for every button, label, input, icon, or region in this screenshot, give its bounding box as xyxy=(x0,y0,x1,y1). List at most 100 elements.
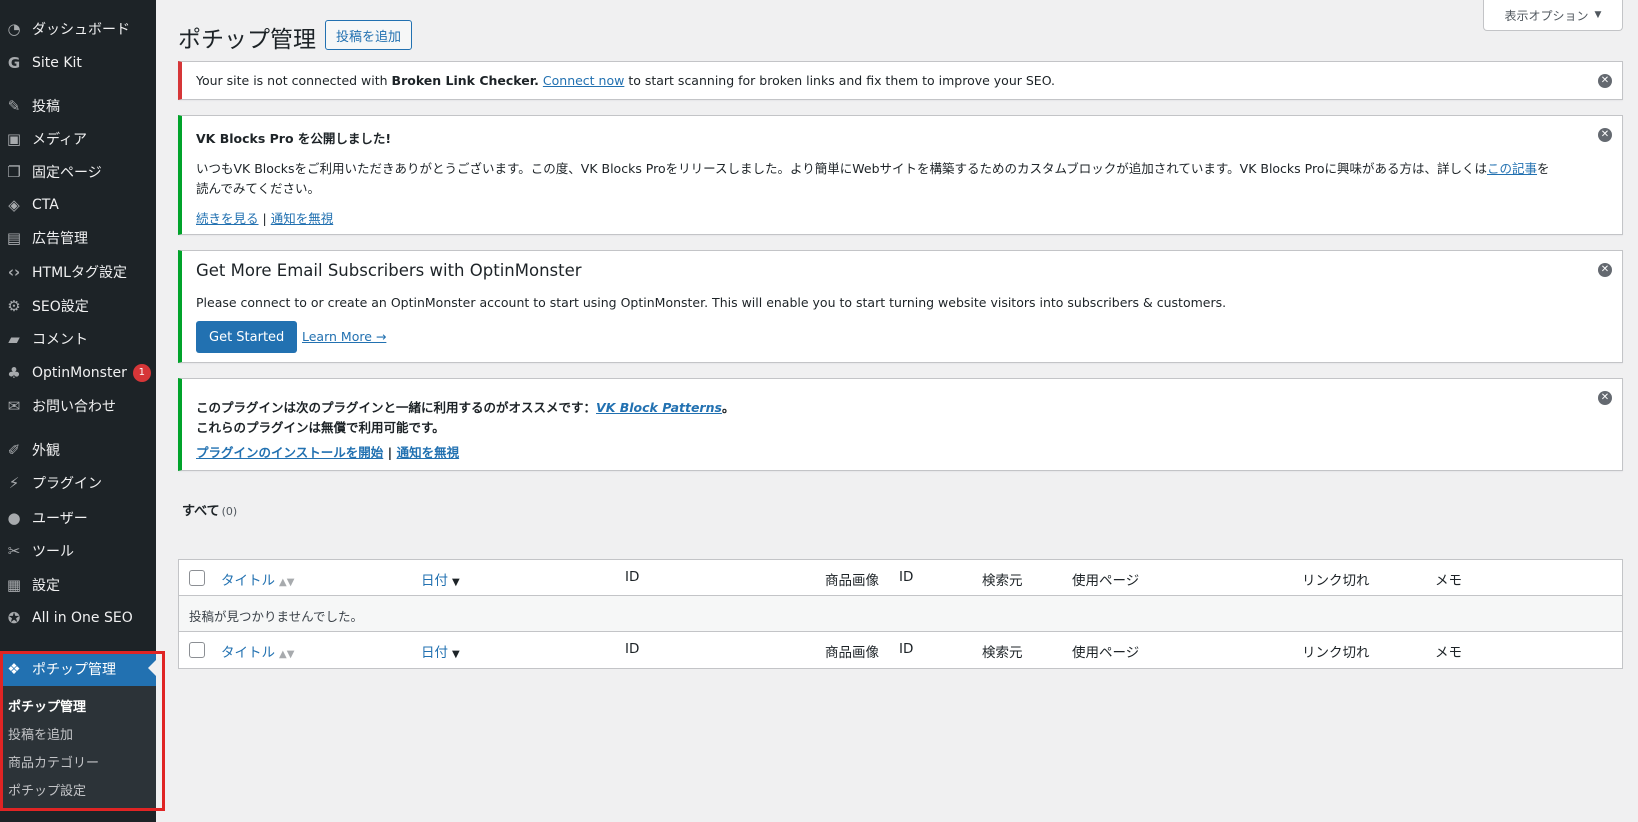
wrench-icon: ✂ xyxy=(7,542,21,560)
menu-item-posts[interactable]: ✎ 投稿 xyxy=(0,90,156,122)
sort-icon: ▲▼ xyxy=(279,649,295,660)
connect-now-link[interactable]: Connect now xyxy=(543,73,624,88)
link-separator: | xyxy=(262,211,267,226)
column-broken-links: リンク切れ xyxy=(1302,573,1370,589)
menu-label: OptinMonster xyxy=(32,365,127,381)
menu-label: ユーザー xyxy=(32,511,88,527)
column-broken-links: リンク切れ xyxy=(1302,645,1370,661)
menu-item-site-kit[interactable]: G Site Kit xyxy=(0,47,156,79)
install-plugins-link[interactable]: プラグインのインストールを開始 xyxy=(196,445,383,460)
column-search-source: 検索元 xyxy=(982,645,1023,661)
menu-item-plugins[interactable]: ⚡ プラグイン xyxy=(0,467,156,499)
settings-icon: ▦ xyxy=(6,576,22,594)
sort-icon: ▼ xyxy=(452,577,460,588)
dismiss-icon[interactable]: ✕ xyxy=(1598,74,1612,88)
column-title-label: タイトル xyxy=(221,645,275,661)
column-id: ID xyxy=(625,569,640,585)
menu-item-pochipp[interactable]: ❖ ポチップ管理 xyxy=(0,652,156,686)
dismiss-icon[interactable]: ✕ xyxy=(1598,128,1612,142)
column-date[interactable]: 日付 ▼ xyxy=(421,569,460,589)
menu-label: お問い合わせ xyxy=(32,399,116,415)
submenu-item-add-new[interactable]: 投稿を追加 xyxy=(8,724,73,743)
column-date-label: 日付 xyxy=(421,645,448,661)
column-date-label: 日付 xyxy=(421,573,448,589)
media-icon: ▣ xyxy=(6,130,22,148)
column-memo: メモ xyxy=(1435,645,1462,661)
menu-item-appearance[interactable]: ✐ 外観 xyxy=(0,434,156,466)
table-row: 投稿が見つかりませんでした。 xyxy=(179,596,1622,632)
admin-sidebar: ◔ ダッシュボード G Site Kit ✎ 投稿 ▣ メディア ❐ 固定ページ… xyxy=(0,0,156,822)
notice-title: VK Blocks Pro を公開しました! xyxy=(196,131,392,146)
screen-options-button[interactable]: 表示オプション ▼ xyxy=(1483,0,1623,31)
brush-icon: ✐ xyxy=(7,441,21,459)
notice-text: このプラグインは次のプラグインと一緒に利用するのがオススメです： xyxy=(196,400,597,415)
menu-item-aioseo[interactable]: ✪ All in One SEO xyxy=(0,602,156,634)
column-product-image: 商品画像 xyxy=(825,645,879,661)
notice-body-text: いつもVK Blocksをご利用いただきありがとうございます。この度、VK Bl… xyxy=(196,161,1487,176)
column-date[interactable]: 日付 ▼ xyxy=(421,641,460,661)
menu-item-cta[interactable]: ◈ CTA xyxy=(0,189,156,221)
add-new-post-button[interactable]: 投稿を追加 xyxy=(325,20,413,50)
menu-item-pages[interactable]: ❐ 固定ページ xyxy=(0,156,156,188)
menu-item-settings[interactable]: ▦ 設定 xyxy=(0,569,156,601)
column-product-image: 商品画像 xyxy=(825,573,879,589)
menu-item-optinmonster[interactable]: ♣ OptinMonster 1 xyxy=(0,357,156,389)
column-title[interactable]: タイトル ▲▼ xyxy=(221,641,294,661)
no-items-message: 投稿が見つかりませんでした。 xyxy=(189,609,364,624)
menu-item-dashboard[interactable]: ◔ ダッシュボード xyxy=(0,13,156,45)
menu-item-html-tags[interactable]: ‹› HTMLタグ設定 xyxy=(0,256,156,288)
select-all-checkbox[interactable] xyxy=(189,570,205,586)
vk-block-patterns-link[interactable]: VK Block Patterns xyxy=(596,400,722,415)
menu-item-contact[interactable]: ✉ お問い合わせ xyxy=(0,390,156,422)
notice-links: 続きを見る | 通知を無視 xyxy=(196,208,333,227)
this-article-link[interactable]: この記事 xyxy=(1487,161,1537,176)
menu-item-tools[interactable]: ✂ ツール xyxy=(0,535,156,567)
menu-item-ads[interactable]: ▤ 広告管理 xyxy=(0,222,156,254)
dismiss-icon[interactable]: ✕ xyxy=(1598,263,1612,277)
menu-item-media[interactable]: ▣ メディア xyxy=(0,123,156,155)
notice-body: いつもVK Blocksをご利用いただきありがとうございます。この度、VK Bl… xyxy=(196,158,1550,177)
dismiss-icon[interactable]: ✕ xyxy=(1598,391,1612,405)
tag-icon: ◈ xyxy=(8,196,20,214)
column-used-pages: 使用ページ xyxy=(1072,645,1140,661)
column-id-2: ID xyxy=(899,569,914,585)
page-icon: ❐ xyxy=(7,163,21,181)
pochipp-submenu: ポチップ管理 投稿を追加 商品カテゴリー ポチップ設定 xyxy=(0,686,156,810)
read-more-link[interactable]: 続きを見る xyxy=(196,211,259,226)
notice-body-text: を xyxy=(1537,161,1550,176)
view-all-link[interactable]: すべて xyxy=(182,504,220,519)
notice-vk-blocks-pro: VK Blocks Pro を公開しました! いつもVK Blocksをご利用い… xyxy=(178,115,1623,235)
menu-label: 広告管理 xyxy=(32,231,88,247)
get-started-button[interactable]: Get Started xyxy=(196,321,298,353)
notice-optinmonster: Get More Email Subscribers with OptinMon… xyxy=(178,250,1623,363)
notice-broken-link-checker: Your site is not connected with Broken L… xyxy=(178,61,1623,100)
notice-text: 。 xyxy=(721,400,735,415)
user-icon: ● xyxy=(7,509,21,527)
submenu-item-pochipp-settings[interactable]: ポチップ設定 xyxy=(8,780,86,799)
plugin-icon: ⚡ xyxy=(8,474,20,492)
menu-item-users[interactable]: ● ユーザー xyxy=(0,502,156,534)
link-separator: | xyxy=(387,445,393,460)
caret-down-icon: ▼ xyxy=(1594,10,1602,20)
submenu-item-pochipp-manage[interactable]: ポチップ管理 xyxy=(8,696,86,715)
dismiss-notice-link[interactable]: 通知を無視 xyxy=(397,445,460,460)
notice-links: プラグインのインストールを開始 | 通知を無視 xyxy=(196,442,459,461)
code-icon: ‹› xyxy=(7,263,21,281)
column-id: ID xyxy=(625,641,640,657)
menu-label: 設定 xyxy=(32,578,60,594)
screen-options-label: 表示オプション xyxy=(1504,8,1589,23)
select-all-checkbox-footer[interactable] xyxy=(189,642,205,658)
table-footer-row: タイトル ▲▼ 日付 ▼ ID 商品画像 ID 検索元 使用ページ リンク切れ メモ xyxy=(179,632,1622,668)
column-title[interactable]: タイトル ▲▼ xyxy=(221,569,294,589)
column-used-pages: 使用ページ xyxy=(1072,573,1140,589)
dismiss-notice-link[interactable]: 通知を無視 xyxy=(271,211,334,226)
menu-label: ポチップ管理 xyxy=(32,662,116,678)
notice-vk-block-patterns: このプラグインは次のプラグインと一緒に利用するのがオススメです：VK Block… xyxy=(178,378,1623,471)
notice-body: Please connect to or create an OptinMons… xyxy=(196,295,1227,310)
menu-item-comments[interactable]: ▰ コメント xyxy=(0,323,156,355)
menu-label: メディア xyxy=(32,132,88,148)
submenu-item-product-category[interactable]: 商品カテゴリー xyxy=(8,752,99,771)
menu-item-seo-settings[interactable]: ⚙ SEO設定 xyxy=(0,290,156,322)
learn-more-link[interactable]: Learn More → xyxy=(302,329,386,344)
menu-label: プラグイン xyxy=(32,476,102,492)
